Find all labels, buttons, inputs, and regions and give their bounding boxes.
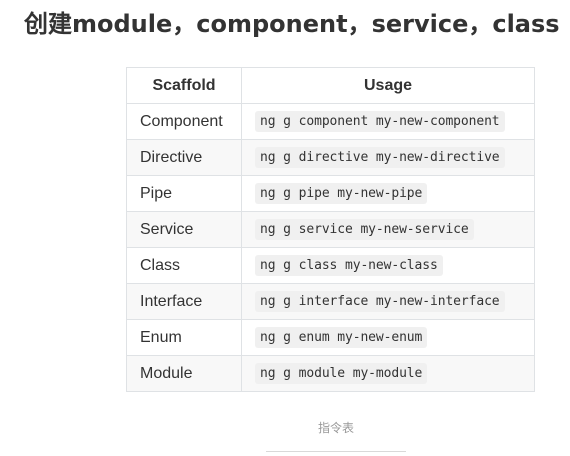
table-row: Pipe ng g pipe my-new-pipe [126, 175, 535, 212]
table-row: Module ng g module my-module [126, 355, 535, 392]
scaffold-cell: Service [126, 211, 242, 248]
header-scaffold: Scaffold [126, 67, 242, 104]
table-row: Directive ng g directive my-new-directiv… [126, 139, 535, 176]
table-row: Interface ng g interface my-new-interfac… [126, 283, 535, 320]
usage-cell: ng g class my-new-class [241, 247, 535, 284]
usage-command: ng g interface my-new-interface [255, 291, 505, 312]
usage-command: ng g class my-new-class [255, 255, 443, 276]
table-row: Enum ng g enum my-new-enum [126, 319, 535, 356]
usage-command: ng g service my-new-service [255, 219, 474, 240]
usage-cell: ng g pipe my-new-pipe [241, 175, 535, 212]
table-row: Service ng g service my-new-service [126, 211, 535, 248]
usage-cell: ng g module my-module [241, 355, 535, 392]
scaffold-table: Scaffold Usage Component ng g component … [126, 67, 535, 392]
usage-command: ng g directive my-new-directive [255, 147, 505, 168]
caption-divider [266, 451, 406, 452]
usage-cell: ng g service my-new-service [241, 211, 535, 248]
table-caption: 指令表 [317, 421, 354, 435]
scaffold-cell: Class [126, 247, 242, 284]
usage-command: ng g module my-module [255, 363, 428, 384]
scaffold-table-container: Scaffold Usage Component ng g component … [126, 67, 535, 392]
usage-command: ng g component my-new-component [255, 111, 505, 132]
scaffold-cell: Component [126, 103, 242, 140]
scaffold-cell: Directive [126, 139, 242, 176]
usage-command: ng g pipe my-new-pipe [255, 183, 428, 204]
scaffold-cell: Module [126, 355, 242, 392]
scaffold-cell: Enum [126, 319, 242, 356]
usage-cell: ng g enum my-new-enum [241, 319, 535, 356]
page-title: 创建module，component，service，class [24, 10, 560, 38]
table-row: Class ng g class my-new-class [126, 247, 535, 284]
usage-command: ng g enum my-new-enum [255, 327, 428, 348]
table-header-row: Scaffold Usage [126, 67, 535, 104]
usage-cell: ng g directive my-new-directive [241, 139, 535, 176]
scaffold-cell: Pipe [126, 175, 242, 212]
usage-cell: ng g component my-new-component [241, 103, 535, 140]
table-row: Component ng g component my-new-componen… [126, 103, 535, 140]
scaffold-cell: Interface [126, 283, 242, 320]
usage-cell: ng g interface my-new-interface [241, 283, 535, 320]
header-usage: Usage [241, 67, 535, 104]
